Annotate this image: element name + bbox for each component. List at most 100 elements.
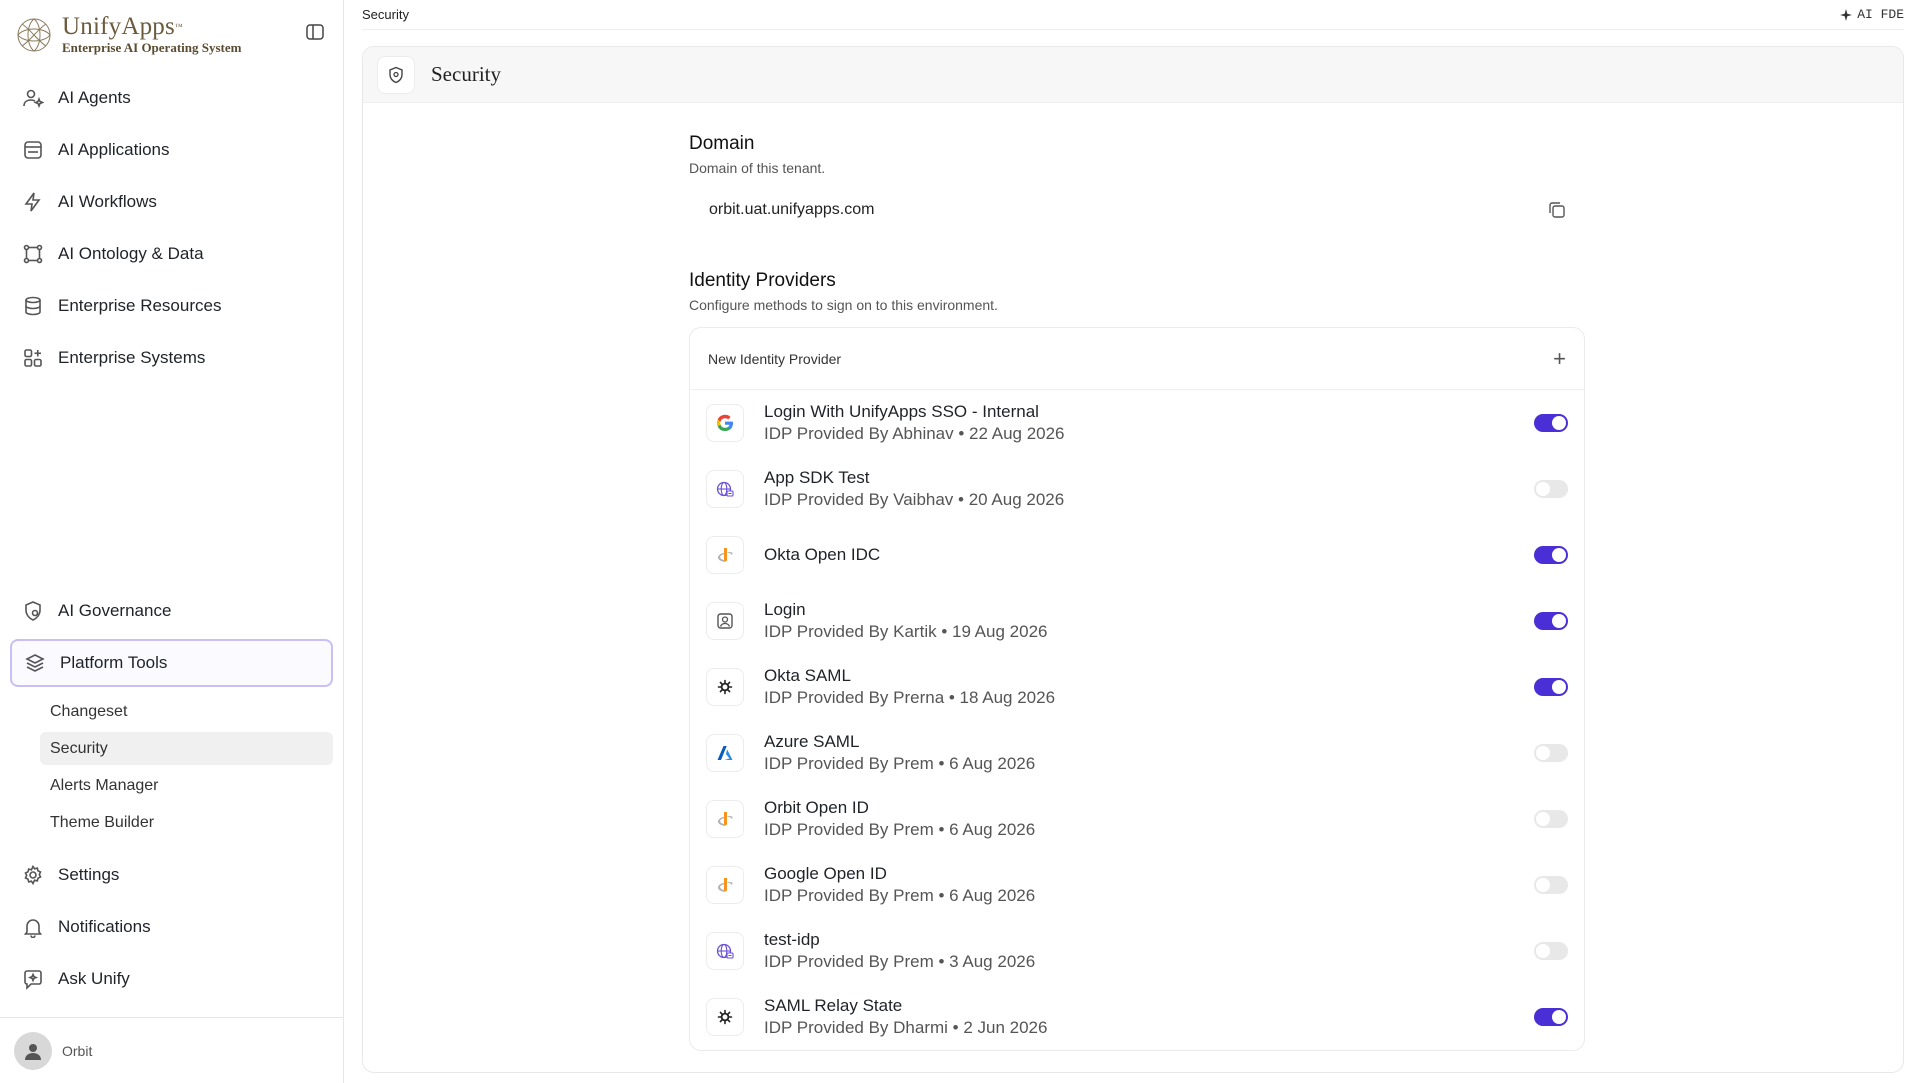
avatar	[14, 1031, 52, 1070]
platform-tools-subnav: Changeset Security Alerts Manager Theme …	[0, 691, 343, 847]
identity-provider-name: Okta SAML	[764, 666, 851, 685]
subnav-item-changeset[interactable]: Changeset	[40, 695, 333, 728]
identity-provider-name: Orbit Open ID	[764, 798, 869, 817]
subnav-item-security[interactable]: Security	[40, 732, 333, 765]
identity-provider-row[interactable]: Google Open ID IDP Provided By Prem • 6 A…	[690, 852, 1584, 918]
user-badge-icon	[706, 602, 744, 640]
sidebar-item-platform-tools[interactable]: Platform Tools	[10, 639, 333, 687]
identity-provider-toggle[interactable]	[1534, 678, 1568, 696]
subnav-item-alerts-manager[interactable]: Alerts Manager	[40, 769, 333, 802]
identity-provider-toggle[interactable]	[1534, 414, 1568, 432]
graph-nodes-icon	[22, 243, 44, 265]
brand-name: UnifyApps™	[62, 13, 183, 40]
identity-provider-toggle[interactable]	[1534, 1008, 1568, 1026]
sidebar-item-enterprise-systems[interactable]: Enterprise Systems	[10, 334, 333, 382]
sidebar-item-ai-ontology[interactable]: AI Ontology & Data	[10, 230, 333, 278]
identity-provider-meta: IDP Provided By Abhinav • 22 Aug 2026	[764, 424, 1065, 443]
shield-icon	[377, 55, 415, 94]
identity-provider-row[interactable]: App SDK Test IDP Provided By Vaibhav • 20…	[690, 456, 1584, 522]
subnav-item-theme-builder[interactable]: Theme Builder	[40, 806, 333, 839]
chat-sparkle-icon	[22, 968, 44, 990]
sidebar-item-ask-unify[interactable]: Ask Unify	[10, 955, 333, 1003]
domain-value: orbit.uat.unifyapps.com	[709, 201, 875, 218]
grid-plus-icon	[22, 347, 44, 369]
sidebar-item-notifications[interactable]: Notifications	[10, 903, 333, 951]
page-title: Security	[431, 62, 501, 86]
sparkle-icon	[1840, 8, 1853, 21]
identity-provider-toggle[interactable]	[1534, 612, 1568, 630]
identity-provider-row[interactable]: Orbit Open ID IDP Provided By Prem • 6 Au…	[690, 786, 1584, 852]
lightning-icon	[22, 191, 44, 213]
layers-icon	[24, 652, 46, 674]
unifyapps-logo-icon	[17, 18, 51, 52]
identity-provider-toggle[interactable]	[1534, 546, 1568, 564]
identity-provider-row[interactable]: Okta SAML IDP Provided By Prerna • 18 Aug…	[690, 654, 1584, 720]
identity-provider-meta: IDP Provided By Vaibhav • 20 Aug 2026	[764, 490, 1065, 509]
sidebar-item-label: Enterprise Systems	[58, 348, 206, 367]
sidebar-item-label: AI Governance	[58, 601, 172, 620]
identity-provider-toggle[interactable]	[1534, 876, 1568, 894]
shield-gear-icon	[22, 600, 44, 622]
sidebar-toggle-icon[interactable]	[305, 22, 325, 42]
sidebar-item-label: AI Applications	[58, 140, 170, 159]
sidebar-item-ai-governance[interactable]: AI Governance	[10, 587, 333, 635]
domain-row: orbit.uat.unifyapps.com	[689, 184, 1585, 236]
identity-provider-row[interactable]: Login IDP Provided By Kartik • 19 Aug 202…	[690, 588, 1584, 654]
ai-fde-button[interactable]: AI FDE	[1840, 7, 1904, 22]
identity-providers-title: Identity Providers	[689, 270, 836, 291]
identity-provider-row[interactable]: Okta Open IDC	[690, 522, 1584, 588]
identity-provider-row[interactable]: Azure SAML IDP Provided By Prem • 6 Aug 2…	[690, 720, 1584, 786]
identity-provider-name: Google Open ID	[764, 864, 887, 883]
identity-provider-toggle[interactable]	[1534, 810, 1568, 828]
identity-provider-row[interactable]: SAML Relay State IDP Provided By Dharmi •…	[690, 984, 1584, 1050]
identity-provider-name: SAML Relay State	[764, 996, 903, 1015]
identity-provider-toggle[interactable]	[1534, 480, 1568, 498]
security-panel: Security Domain Domain of this tenant. o…	[362, 46, 1904, 1073]
openid-icon	[706, 800, 744, 838]
sidebar-item-enterprise-resources[interactable]: Enterprise Resources	[10, 282, 333, 330]
identity-provider-meta: IDP Provided By Prem • 6 Aug 2026	[764, 754, 1036, 773]
new-identity-provider-label: New Identity Provider	[708, 350, 842, 367]
identity-provider-name: Login With UnifyApps SSO - Internal	[764, 402, 1039, 421]
identity-provider-row[interactable]: Login With UnifyApps SSO - Internal IDP P…	[690, 390, 1584, 456]
new-identity-provider-button[interactable]: New Identity Provider +	[690, 328, 1584, 390]
globe-icon	[706, 470, 744, 508]
breadcrumb: Security	[362, 7, 409, 22]
identity-provider-meta: IDP Provided By Dharmi • 2 Jun 2026	[764, 1018, 1048, 1037]
governance-nav: AI Governance Platform Tools	[0, 583, 343, 691]
bell-icon	[22, 916, 44, 939]
sidebar-item-label: Ask Unify	[58, 969, 130, 988]
identity-provider-meta: IDP Provided By Kartik • 19 Aug 2026	[764, 622, 1048, 641]
identity-provider-toggle[interactable]	[1534, 744, 1568, 762]
main-content: Security AI FDE Security Domain Domain o…	[344, 0, 1920, 1083]
identity-provider-toggle[interactable]	[1534, 942, 1568, 960]
sidebar-item-ai-workflows[interactable]: AI Workflows	[10, 178, 333, 226]
copy-icon[interactable]	[1547, 200, 1567, 220]
openid-icon	[706, 866, 744, 904]
sidebar: UnifyApps™ Enterprise AI Operating Syste…	[0, 0, 344, 1083]
sidebar-item-label: AI Workflows	[58, 192, 157, 211]
security-content: Domain Domain of this tenant. orbit.uat.…	[689, 133, 1585, 1051]
domain-description: Domain of this tenant.	[689, 160, 826, 176]
sidebar-item-ai-agents[interactable]: AI Agents	[10, 74, 333, 122]
azure-icon	[706, 734, 744, 772]
identity-provider-meta: IDP Provided By Prerna • 18 Aug 2026	[764, 688, 1056, 707]
globe-icon	[706, 932, 744, 970]
identity-provider-row[interactable]: test-idp IDP Provided By Prem • 3 Aug 202…	[690, 918, 1584, 984]
sidebar-item-label: Settings	[58, 865, 120, 884]
identity-provider-name: App SDK Test	[764, 468, 870, 487]
sidebar-item-settings[interactable]: Settings	[10, 851, 333, 899]
sidebar-item-ai-applications[interactable]: AI Applications	[10, 126, 333, 174]
sidebar-item-label: Notifications	[58, 917, 151, 936]
domain-title: Domain	[689, 133, 755, 154]
sidebar-item-label: Platform Tools	[60, 653, 168, 672]
user-profile[interactable]: Orbit	[0, 1017, 343, 1083]
main-nav: AI Agents AI Applications AI Workflows A…	[0, 70, 343, 386]
identity-provider-name: Login	[764, 600, 806, 619]
identity-provider-name: Okta Open IDC	[764, 545, 881, 564]
brand: UnifyApps™ Enterprise AI Operating Syste…	[0, 0, 343, 70]
bottom-nav: Settings Notifications Ask Unify	[0, 847, 343, 1017]
user-sparkle-icon	[22, 87, 45, 109]
sidebar-item-label: AI Agents	[58, 88, 131, 107]
user-icon	[25, 1043, 41, 1060]
